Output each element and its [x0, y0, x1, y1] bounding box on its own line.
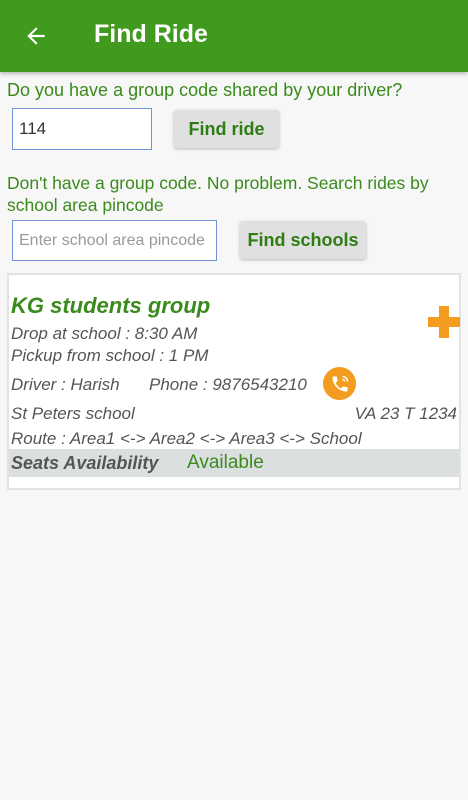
group-code-question: Do you have a group code shared by your …: [7, 80, 403, 100]
seats-availability-bar: Seats Availability Available: [9, 449, 459, 477]
route: Route : Area1 <-> Area2 <-> Area3 <-> Sc…: [11, 429, 362, 448]
ride-card[interactable]: KG students group Drop at school : 8:30 …: [7, 273, 461, 490]
school-name: St Peters school: [11, 404, 135, 423]
group-name: KG students group: [11, 293, 211, 318]
plus-icon: [428, 306, 460, 338]
find-ride-button[interactable]: Find ride: [174, 110, 279, 148]
driver-name: Driver : Harish: [11, 375, 120, 394]
pickup-time: Pickup from school : 1 PM: [11, 346, 209, 365]
seats-label: Seats Availability: [11, 453, 159, 473]
page-title: Find Ride: [94, 20, 208, 48]
app-bar: Find Ride: [0, 0, 468, 72]
group-code-input[interactable]: [12, 108, 152, 150]
add-ride-button[interactable]: [427, 305, 461, 339]
driver-phone: Phone : 9876543210: [149, 375, 307, 394]
call-button[interactable]: [323, 367, 356, 400]
phone-call-icon: [332, 375, 348, 391]
pincode-question: Don't have a group code. No problem. Sea…: [7, 173, 429, 215]
back-button[interactable]: [14, 16, 58, 56]
seats-value: Available: [187, 452, 264, 473]
vehicle-number: VA 23 T 1234: [354, 404, 457, 423]
arrow-left-icon: [27, 27, 45, 45]
drop-time: Drop at school : 8:30 AM: [11, 324, 198, 343]
pincode-input[interactable]: [12, 220, 217, 261]
find-schools-button[interactable]: Find schools: [240, 221, 366, 259]
